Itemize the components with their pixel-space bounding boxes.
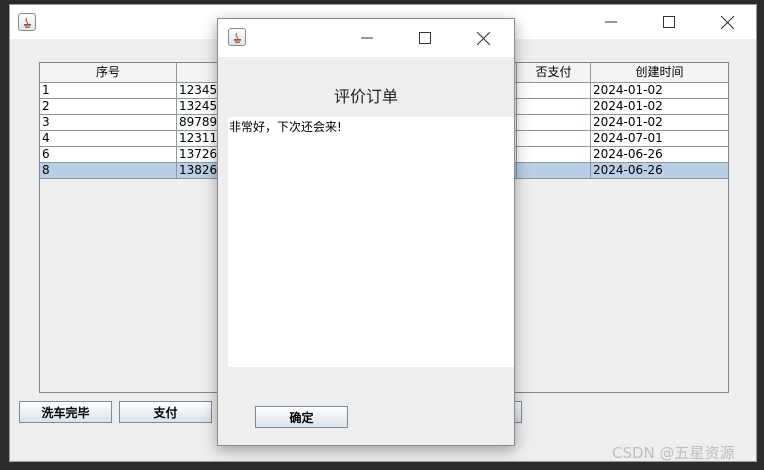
column-header-paid[interactable]: 否支付 <box>517 63 591 83</box>
dialog-maximize-button[interactable] <box>396 19 454 57</box>
review-textarea[interactable]: 非常好，下次还会来! <box>228 117 514 367</box>
column-header-created[interactable]: 创建时间 <box>591 63 728 83</box>
cell-paid <box>517 115 591 130</box>
minimize-icon <box>361 37 373 39</box>
cell-date: 2024-01-02 <box>593 83 663 97</box>
maximize-icon <box>419 32 431 44</box>
cell-paid <box>517 83 591 98</box>
cell-date: 2024-01-02 <box>593 115 663 129</box>
dialog-heading: 评价订单 <box>333 87 398 106</box>
cell-id: 1 <box>40 83 177 98</box>
dialog-minimize-button[interactable] <box>338 19 396 57</box>
wash-done-button[interactable]: 洗车完毕 <box>19 401 112 423</box>
java-app-icon[interactable] <box>18 13 36 31</box>
main-close-button[interactable] <box>698 5 756 39</box>
java-app-icon[interactable] <box>228 28 246 46</box>
dialog-close-button[interactable] <box>454 19 512 57</box>
main-maximize-button[interactable] <box>640 5 698 39</box>
cell-date: 2024-06-26 <box>593 163 663 177</box>
cell-id: 4 <box>40 131 177 146</box>
minimize-icon <box>605 21 617 23</box>
cell-id: 6 <box>40 147 177 162</box>
cell-paid <box>517 147 591 162</box>
maximize-icon <box>663 16 675 28</box>
column-header-id[interactable]: 序号 <box>40 63 177 83</box>
cell-date: 2024-07-01 <box>593 131 663 145</box>
review-order-dialog: 评价订单 非常好，下次还会来! 确定 <box>217 18 515 446</box>
csdn-watermark: CSDN @五星资源 <box>612 444 735 462</box>
cell-paid <box>517 99 591 114</box>
cell-id: 8 <box>40 163 177 178</box>
cell-paid <box>517 131 591 146</box>
close-icon <box>476 31 490 45</box>
main-minimize-button[interactable] <box>582 5 640 39</box>
close-icon <box>720 15 734 29</box>
confirm-button[interactable]: 确定 <box>255 406 348 428</box>
cell-id: 3 <box>40 115 177 130</box>
pay-button[interactable]: 支付 <box>119 401 212 423</box>
dialog-title-bar <box>218 19 514 57</box>
cell-paid <box>517 163 591 178</box>
cell-date: 2024-01-02 <box>593 99 663 113</box>
cell-date: 2024-06-26 <box>593 147 663 161</box>
cell-id: 2 <box>40 99 177 114</box>
